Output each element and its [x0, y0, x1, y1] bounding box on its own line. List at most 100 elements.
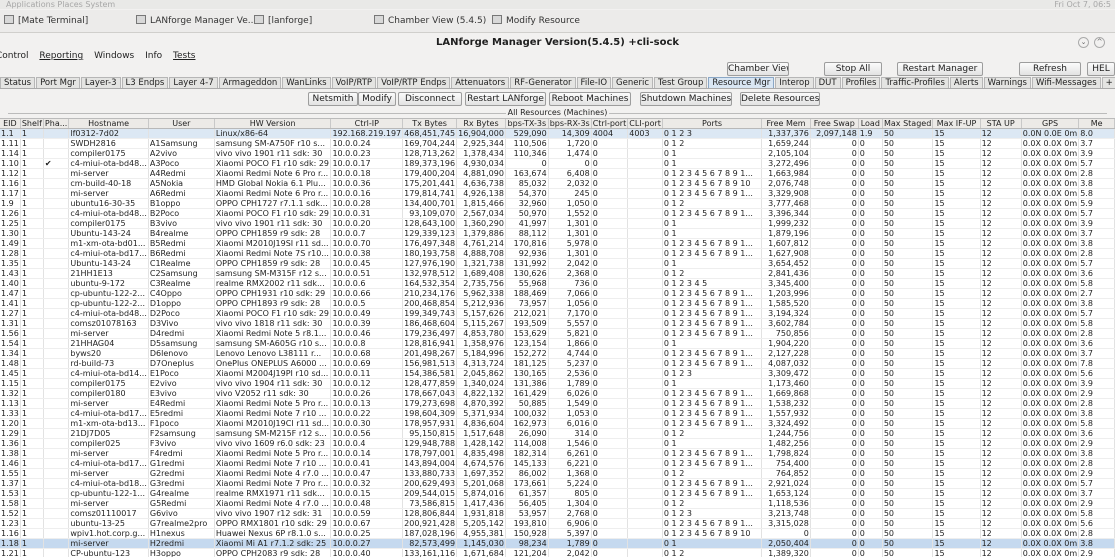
tab-dut[interactable]: DUT [814, 77, 841, 88]
table-row[interactable]: 1.47 1 cp-ubuntu-122-2... C4Oppo OPPO CPH193… [0, 288, 1115, 299]
table-row[interactable]: 1.37 1 c4-miui-ota-bd18... G3redmi Xiaomi Re… [0, 478, 1115, 489]
menu-reporting[interactable]: Reporting [39, 51, 83, 61]
restart-manager-button[interactable]: Restart Manager [897, 62, 983, 76]
refresh-button[interactable]: Refresh [1019, 62, 1081, 76]
table-row[interactable]: 1.1 1 lf0312-7d02 Linux/x86-64 192.168.219.1… [0, 128, 1115, 139]
table-row[interactable]: 1.26 1 c4-miui-ota-bd48... B2Poco Xiaomi POC… [0, 208, 1115, 219]
tab-warnings[interactable]: Warnings [983, 77, 1031, 88]
table-row[interactable]: 1.43 1 21HH1E13 C2Samsung samsung SM-M315F r… [0, 268, 1115, 279]
delete-resources-button[interactable]: Delete Resources [740, 92, 820, 106]
shutdown-machines-button[interactable]: Shutdown Machines [640, 92, 732, 106]
tab-status[interactable]: Status [0, 77, 36, 88]
table-row[interactable]: 1.29 1 21DJ7D05 F2samsung samsung SM-M215F r… [0, 428, 1115, 439]
table-row[interactable]: 1.41 1 cp-ubuntu-122-2... D1oppo OPPO CPH189… [0, 298, 1115, 309]
table-row[interactable]: 1.12 1 mi-server A4Redmi Xiaomi Redmi Note 6… [0, 168, 1115, 179]
taskbar-item-terminal[interactable]: [Mate Terminal] [4, 13, 88, 29]
column-header[interactable]: Max IF-UP [932, 119, 981, 129]
tab-test-group[interactable]: Test Group [654, 77, 708, 88]
column-header[interactable]: HW Version [214, 119, 332, 129]
reboot-machines-button[interactable]: Reboot Machines [549, 92, 631, 106]
column-header[interactable]: Ctrl-IP [330, 119, 404, 129]
column-header[interactable]: GPS [1021, 119, 1080, 129]
table-row[interactable]: 1.14 1 compiler0175 A2vivo vivo vivo 1901 r1… [0, 148, 1115, 159]
column-header[interactable]: Me [1078, 119, 1115, 129]
table-row[interactable]: 1.25 1 compiler0175 B3vivo vivo vivo 1901 r1… [0, 218, 1115, 229]
chamber-view-button[interactable]: Chamber View [727, 62, 789, 76]
taskbar-item-lanforge-manager[interactable]: LANforge Manager Ve... [136, 13, 256, 29]
table-row[interactable]: 1.36 1 compiler025 F3vivo vivo vivo 1609 r6.… [0, 438, 1115, 449]
tab-profiles[interactable]: Profiles [841, 77, 881, 88]
table-row[interactable]: 1.40 1 ubuntu-9-172 C3Realme realme RMX2002 … [0, 278, 1115, 289]
tab-generic[interactable]: Generic [612, 77, 654, 88]
table-row[interactable]: 1.34 1 byws20 D6lenovo Lenovo Lenovo L38111 … [0, 348, 1115, 359]
table-row[interactable]: 1.45 1 c4-miui-ota-bd14... E1Poco Xiaomi M20… [0, 368, 1115, 379]
menu-control[interactable]: Control [0, 51, 29, 61]
column-header[interactable]: Free Mem [761, 119, 811, 129]
table-row[interactable]: 1.38 1 mi-server F4redmi Xiaomi Redmi Note 5… [0, 448, 1115, 459]
column-header[interactable]: Load [858, 119, 883, 129]
tab-traffic-profiles[interactable]: Traffic-Profiles [881, 77, 949, 88]
column-header[interactable]: Tx Bytes [402, 119, 458, 129]
tab-layer-3[interactable]: Layer-3 [80, 77, 121, 88]
column-header[interactable]: Ctrl-port [591, 119, 629, 129]
tab-resource-mgr[interactable]: Resource Mgr [708, 77, 775, 88]
table-row[interactable]: 1.55 1 mi-server G2redmi Xiaomi Redmi Note 4… [0, 468, 1115, 479]
stop-all-button[interactable]: Stop All [824, 62, 882, 76]
netsmith-button[interactable]: Netsmith [308, 92, 358, 106]
tab-wifi-messages[interactable]: Wifi-Messages [1031, 77, 1101, 88]
tab-l3-endps[interactable]: L3 Endps [121, 77, 169, 88]
tab-port-mgr[interactable]: Port Mgr [36, 77, 80, 88]
table-row[interactable]: 1.27 1 c4-miui-ota-bd48... D2Poco Xiaomi POC… [0, 308, 1115, 319]
column-header[interactable]: Max Staged [882, 119, 934, 129]
table-row[interactable]: 1.56 1 mi-server D4redmi Xiaomi Redmi Note 5… [0, 328, 1115, 339]
menu-windows[interactable]: Windows [94, 51, 134, 61]
taskbar-item-chamber-view[interactable]: Chamber View (5.4.5) [374, 13, 486, 29]
taskbar-item-lanforge-folder[interactable]: [lanforge] [254, 13, 312, 29]
tab-voip-rtp-endps[interactable]: VoIP/RTP Endps [377, 77, 451, 88]
table-row[interactable]: 1.32 1 compiler0180 E3vivo vivo V2052 r11 sd… [0, 388, 1115, 399]
table-row[interactable]: 1.21 1 CP-ubuntu-123 H3oppo OPPO CPH2083 r9 … [0, 548, 1115, 557]
column-header[interactable]: Free Swap [810, 119, 859, 129]
menu-info[interactable]: Info [145, 51, 162, 61]
taskbar-item-modify-resource[interactable]: Modify Resource [492, 13, 580, 29]
column-header[interactable]: bps-RX-3s [548, 119, 592, 129]
table-row[interactable]: 1.54 1 21HHAG04 D5samsung samsung SM-A605G r… [0, 338, 1115, 349]
table-row[interactable]: 1.18 1 mi-server H2redmi Xiaomi Mi A1 r7.1.2… [0, 538, 1115, 549]
table-row[interactable]: 1.52 1 comsz01110017 G6vivo vivo vivo 1907 r… [0, 508, 1115, 519]
table-row[interactable]: 1.35 1 Ubuntu-143-24 C1Realme OPPO CPH1859 r… [0, 258, 1115, 269]
table-row[interactable]: 1.11 1 SWDH2816 A1Samsung samsung SM-A750F r… [0, 138, 1115, 149]
table-row[interactable]: 1.10 1 ✔ c4-miui-ota-bd48... A3Poco Xiaomi PO… [0, 158, 1115, 169]
column-header[interactable]: User [148, 119, 215, 129]
tab-armageddon[interactable]: Armageddon [218, 77, 282, 88]
table-row[interactable]: 1.17 1 mi-server A6Redmi Xiaomi Redmi Note 6… [0, 188, 1115, 199]
tab-attenuators[interactable]: Attenuators [451, 77, 510, 88]
help-button[interactable]: HEL [1087, 62, 1115, 76]
table-row[interactable]: 1.9 1 ubuntu16-30-35 B1oppo OPPO CPH1727 r7.… [0, 198, 1115, 209]
tab-voip-rtp[interactable]: VoIP/RTP [331, 77, 377, 88]
table-row[interactable]: 1.13 1 mi-server E4Redmi Xiaomi Redmi Note 5… [0, 398, 1115, 409]
column-header[interactable]: Ports [662, 119, 763, 129]
menu-tests[interactable]: Tests [173, 51, 195, 61]
column-header[interactable]: STA UP [980, 119, 1022, 129]
tab-[interactable]: + [1101, 77, 1115, 88]
column-header[interactable]: bps-TX-3s [505, 119, 549, 129]
tab-file-io[interactable]: File-IO [576, 77, 612, 88]
maximize-icon[interactable]: ^ [1094, 37, 1105, 48]
table-row[interactable]: 1.33 1 c4-miui-ota-bd17... E5redmi Xiaomi Re… [0, 408, 1115, 419]
system-menu[interactable]: Applications Places System [6, 0, 115, 9]
restart-lanforge-button[interactable]: Restart LANforge [465, 92, 546, 106]
table-row[interactable]: 1.15 1 compiler0175 E2vivo vivo vivo 1904 r1… [0, 378, 1115, 389]
tab-interop[interactable]: Interop [775, 77, 814, 88]
tab-layer-4-7[interactable]: Layer 4-7 [169, 77, 218, 88]
table-row[interactable]: 1.49 1 m1-xm-ota-bd01... B5Redmi Xiaomi M201… [0, 238, 1115, 249]
tab-wanlinks[interactable]: WanLinks [282, 77, 331, 88]
column-header[interactable]: Hostname [68, 119, 149, 129]
disconnect-button[interactable]: Disconnect [398, 92, 462, 106]
table-row[interactable]: 1.58 1 mi-server G5Redmi Xiaomi Redmi Note 4… [0, 498, 1115, 509]
tab-alerts[interactable]: Alerts [949, 77, 983, 88]
table-row[interactable]: 1.48 1 rd-build-73 D7Oneplus OnePlus ONEPLUS… [0, 358, 1115, 369]
column-header[interactable]: CLI-port [627, 119, 663, 129]
column-header[interactable]: EID [0, 119, 21, 129]
column-header[interactable]: Pha... [43, 119, 70, 129]
table-row[interactable]: 1.28 1 c4-miui-ota-bd17... B6Redmi Xiaomi Re… [0, 248, 1115, 259]
